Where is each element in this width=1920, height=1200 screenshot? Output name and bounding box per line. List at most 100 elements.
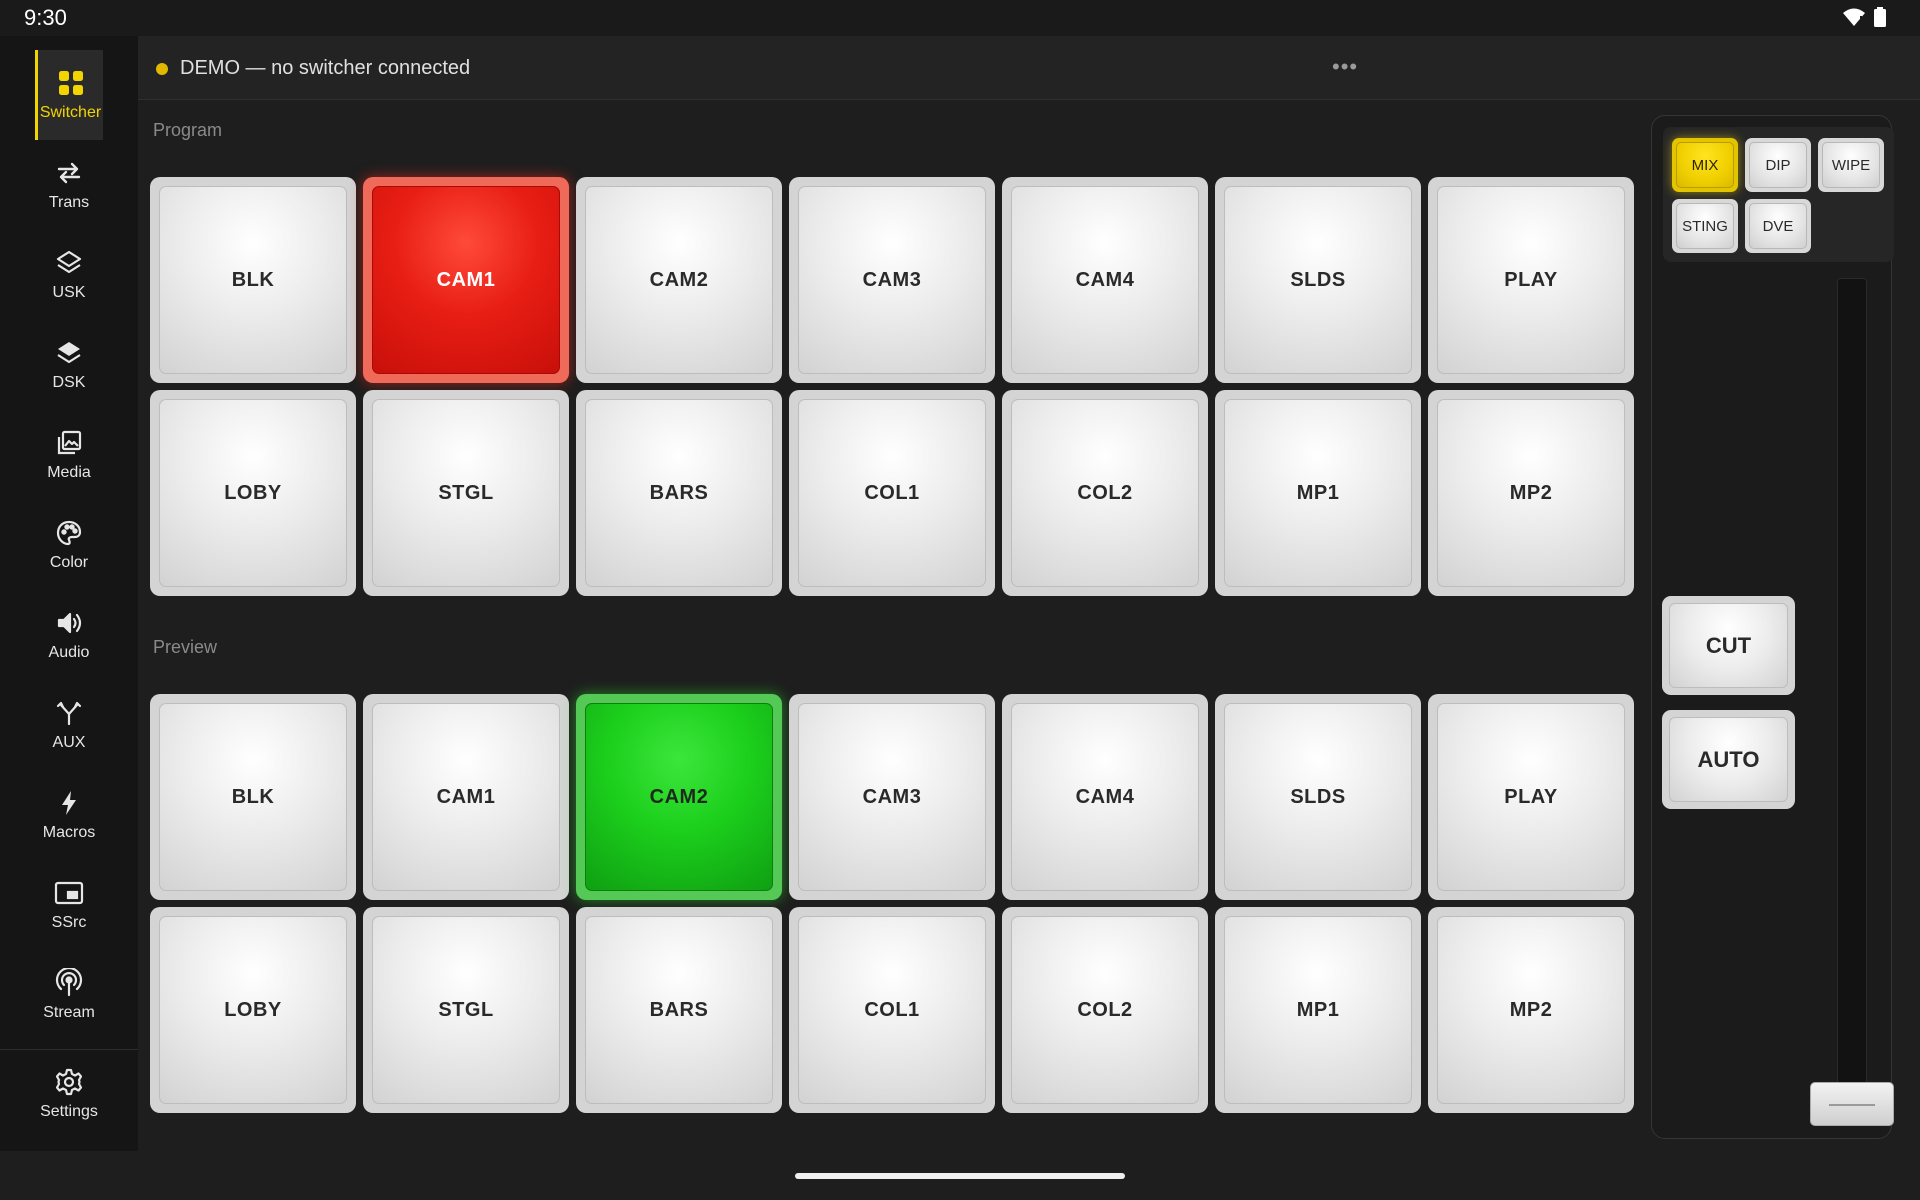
- sidebar-item-media[interactable]: Media: [35, 410, 103, 500]
- grid-icon: [56, 68, 86, 98]
- layers-outline-icon: [54, 248, 84, 278]
- sidebar-item-audio[interactable]: Audio: [35, 590, 103, 680]
- program-source-cam2[interactable]: CAM2: [576, 177, 782, 383]
- cut-button-label: CUT: [1669, 603, 1788, 688]
- preview-source-slds[interactable]: SLDS: [1215, 694, 1421, 900]
- image-library-icon: [54, 428, 84, 458]
- program-source-slds[interactable]: SLDS: [1215, 177, 1421, 383]
- more-options-button[interactable]: •••: [1332, 54, 1358, 82]
- source-label: SLDS: [1224, 186, 1412, 374]
- program-source-mp1[interactable]: MP1: [1215, 390, 1421, 596]
- preview-source-cam2[interactable]: CAM2: [576, 694, 782, 900]
- cut-button[interactable]: CUT: [1662, 596, 1795, 695]
- sidebar-item-dsk[interactable]: DSK: [35, 320, 103, 410]
- preview-source-stgl[interactable]: STGL: [363, 907, 569, 1113]
- source-label: SLDS: [1224, 703, 1412, 891]
- source-label: CAM2: [585, 703, 773, 891]
- sidebar-item-trans[interactable]: Trans: [35, 140, 103, 230]
- preview-source-cam1[interactable]: CAM1: [363, 694, 569, 900]
- source-label: MP2: [1437, 916, 1625, 1104]
- fork-icon: [54, 698, 84, 728]
- source-label: BARS: [585, 916, 773, 1104]
- source-label: PLAY: [1437, 186, 1625, 374]
- program-source-cam1[interactable]: CAM1: [363, 177, 569, 383]
- sidebar-nav: Switcher Trans USK DSK Media Color Audio…: [0, 36, 138, 1151]
- preview-source-play[interactable]: PLAY: [1428, 694, 1634, 900]
- connection-status-dot: [156, 63, 168, 75]
- transition-style-mix[interactable]: MIX: [1672, 138, 1738, 192]
- auto-button-label: AUTO: [1669, 717, 1788, 802]
- preview-source-mp2[interactable]: MP2: [1428, 907, 1634, 1113]
- source-label: PLAY: [1437, 703, 1625, 891]
- sidebar-item-settings[interactable]: Settings: [35, 1049, 103, 1139]
- source-label: BLK: [159, 703, 347, 891]
- source-label: BARS: [585, 399, 773, 587]
- palette-icon: [54, 518, 84, 548]
- source-label: COL1: [798, 399, 986, 587]
- sidebar-item-label: DSK: [52, 374, 86, 391]
- sidebar-item-label: Stream: [43, 1004, 95, 1021]
- connection-status-text: DEMO — no switcher connected: [180, 57, 471, 79]
- home-indicator[interactable]: [795, 1173, 1125, 1179]
- source-label: MP1: [1224, 916, 1412, 1104]
- gear-icon: [54, 1067, 84, 1097]
- source-label: LOBY: [159, 399, 347, 587]
- program-source-cam4[interactable]: CAM4: [1002, 177, 1208, 383]
- sidebar-item-switcher[interactable]: Switcher: [35, 50, 103, 140]
- program-source-bars[interactable]: BARS: [576, 390, 782, 596]
- t-bar-grip: [1829, 1104, 1875, 1106]
- source-label: CAM3: [798, 703, 986, 891]
- sidebar-item-label: SSrc: [51, 914, 87, 931]
- sidebar-item-color[interactable]: Color: [35, 500, 103, 590]
- transition-style-dve[interactable]: DVE: [1745, 199, 1811, 253]
- transition-style-wipe[interactable]: WIPE: [1818, 138, 1884, 192]
- program-source-loby[interactable]: LOBY: [150, 390, 356, 596]
- transition-style-label: MIX: [1676, 142, 1734, 188]
- source-label: MP2: [1437, 399, 1625, 587]
- source-label: STGL: [372, 916, 560, 1104]
- preview-bus-label: Preview: [153, 637, 218, 657]
- program-source-col1[interactable]: COL1: [789, 390, 995, 596]
- program-source-mp2[interactable]: MP2: [1428, 390, 1634, 596]
- preview-source-loby[interactable]: LOBY: [150, 907, 356, 1113]
- t-bar-track[interactable]: [1837, 278, 1867, 1120]
- sidebar-item-label: Color: [49, 554, 89, 571]
- preview-source-mp1[interactable]: MP1: [1215, 907, 1421, 1113]
- source-label: STGL: [372, 399, 560, 587]
- sidebar-item-label: Media: [47, 464, 91, 481]
- source-label: CAM3: [798, 186, 986, 374]
- transition-style-dip[interactable]: DIP: [1745, 138, 1811, 192]
- preview-source-cam4[interactable]: CAM4: [1002, 694, 1208, 900]
- source-label: CAM1: [372, 703, 560, 891]
- transition-style-label: DIP: [1749, 142, 1807, 188]
- speaker-icon: [54, 608, 84, 638]
- sidebar-item-aux[interactable]: AUX: [35, 680, 103, 770]
- program-source-play[interactable]: PLAY: [1428, 177, 1634, 383]
- source-label: CAM4: [1011, 703, 1199, 891]
- preview-source-cam3[interactable]: CAM3: [789, 694, 995, 900]
- broadcast-icon: [54, 968, 84, 998]
- program-source-col2[interactable]: COL2: [1002, 390, 1208, 596]
- sidebar-item-label: USK: [52, 284, 86, 301]
- program-source-stgl[interactable]: STGL: [363, 390, 569, 596]
- preview-source-col1[interactable]: COL1: [789, 907, 995, 1113]
- sidebar-item-usk[interactable]: USK: [35, 230, 103, 320]
- preview-source-col2[interactable]: COL2: [1002, 907, 1208, 1113]
- program-source-blk[interactable]: BLK: [150, 177, 356, 383]
- sidebar-item-stream[interactable]: Stream: [35, 950, 103, 1040]
- sidebar-item-macros[interactable]: Macros: [35, 770, 103, 860]
- sidebar-item-ssrc[interactable]: SSrc: [35, 860, 103, 950]
- source-label: CAM1: [372, 186, 560, 374]
- source-label: LOBY: [159, 916, 347, 1104]
- source-label: MP1: [1224, 399, 1412, 587]
- preview-source-bars[interactable]: BARS: [576, 907, 782, 1113]
- preview-source-blk[interactable]: BLK: [150, 694, 356, 900]
- transition-style-sting[interactable]: STING: [1672, 199, 1738, 253]
- auto-button[interactable]: AUTO: [1662, 710, 1795, 809]
- layers-filled-icon: [54, 338, 84, 368]
- sidebar-item-label: Audio: [48, 644, 90, 661]
- program-source-cam3[interactable]: CAM3: [789, 177, 995, 383]
- sidebar-item-label: Switcher: [39, 104, 102, 121]
- t-bar-handle[interactable]: [1810, 1082, 1894, 1126]
- sidebar-item-label: Settings: [40, 1103, 98, 1120]
